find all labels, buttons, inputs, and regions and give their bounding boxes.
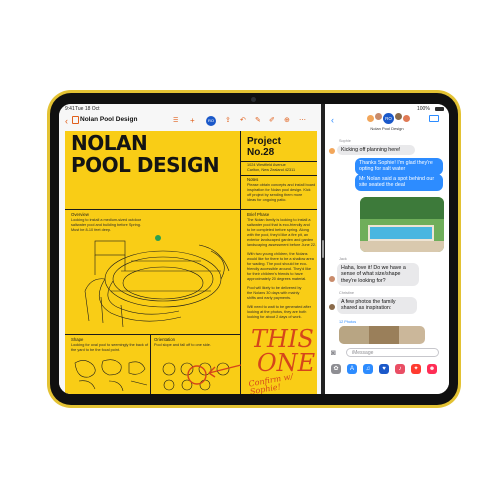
messages-app: 100% ‹ RO Nolan Pool Design Sophie Kicki… xyxy=(325,104,449,394)
message-input[interactable]: iMessage xyxy=(346,348,439,357)
back-chevron-icon[interactable]: ‹ xyxy=(331,115,334,125)
sticker-app-icon[interactable]: ✦ xyxy=(411,364,421,374)
project-label: Project xyxy=(247,136,281,147)
poster-rule xyxy=(241,161,317,162)
add-icon[interactable]: + xyxy=(190,115,195,127)
avatar xyxy=(375,113,382,120)
brief-phase-text: The Nolan family is looking to install a… xyxy=(247,218,317,247)
poster-title-line-1: NOLAN xyxy=(71,131,148,155)
address-text: 1024 Westfield Avenue Carlton, New Zealan… xyxy=(247,163,296,172)
poster-rule xyxy=(241,175,317,176)
message-bubble-incoming[interactable]: A few photos the family shared as inspir… xyxy=(337,297,417,314)
photo-stack[interactable] xyxy=(339,326,425,344)
group-avatar-icon[interactable]: RO xyxy=(383,113,394,124)
battery-icon xyxy=(435,107,444,111)
brief-phase-text-3: Pool will likely to be delivered by the N… xyxy=(247,286,302,300)
message-bubble-incoming[interactable]: Haha, love it! Do we have a sense of wha… xyxy=(337,263,419,287)
group-name[interactable]: Nolan Pool Design xyxy=(325,126,449,131)
avatar xyxy=(403,115,410,122)
brief-phase-label: Brief Phase xyxy=(247,212,270,217)
avatar xyxy=(329,304,335,310)
front-camera xyxy=(251,97,256,102)
status-date: Tue 18 Oct xyxy=(75,106,100,112)
pages-toolbar: ‹ Nolan Pool Design ☰ + RO ⇪ ↶ ✎ ✐ ⊕ ⋯ xyxy=(59,113,321,129)
avatar xyxy=(395,113,402,120)
app-store-icon[interactable]: A xyxy=(347,364,357,374)
shape-label: Shape xyxy=(71,337,84,342)
battery-text: 100% xyxy=(417,106,430,112)
sender-name: Sophie xyxy=(339,139,351,143)
collaborator-cursor xyxy=(155,235,161,241)
audio-message-icon[interactable]: ♫ xyxy=(363,364,373,374)
overview-label: Overview xyxy=(71,212,89,217)
avatar xyxy=(367,115,374,122)
format-brush-icon[interactable]: ✐ xyxy=(269,115,275,127)
document-icon[interactable] xyxy=(72,116,79,124)
poster-divider xyxy=(240,131,241,394)
memoji-icon[interactable]: ☻ xyxy=(427,364,437,374)
sender-name: Christine xyxy=(339,291,354,295)
list-icon[interactable]: ☰ xyxy=(173,115,178,127)
split-view-handle[interactable] xyxy=(322,240,324,258)
screen: 9:41 Tue 18 Oct ‹ Nolan Pool Design ☰ + … xyxy=(59,104,449,394)
avatar xyxy=(329,148,335,154)
undo-icon[interactable]: ↶ xyxy=(240,115,246,127)
pages-app: 9:41 Tue 18 Oct ‹ Nolan Pool Design ☰ + … xyxy=(59,104,321,394)
project-number-value: No.28 xyxy=(247,147,275,158)
handwriting-this-one: THIS ONE? xyxy=(251,325,317,377)
markup-pen-icon[interactable]: ✎ xyxy=(255,115,261,127)
poster-rule xyxy=(65,209,317,210)
shape-text: Looking for oval pool to seemingly the b… xyxy=(71,343,149,352)
ipad-device: 9:41 Tue 18 Oct ‹ Nolan Pool Design ☰ + … xyxy=(47,90,461,408)
collaborate-icon[interactable]: RO xyxy=(206,116,216,126)
share-icon[interactable]: ⇪ xyxy=(225,115,231,127)
document-title[interactable]: Nolan Pool Design xyxy=(80,116,137,123)
camera-icon[interactable]: ◙ xyxy=(331,348,336,357)
avatar xyxy=(329,276,335,282)
message-bubble-outgoing[interactable]: Mr Nolan said a spot behind our site sea… xyxy=(355,174,443,191)
poster-rule xyxy=(65,334,241,335)
more-icon[interactable]: ⋯ xyxy=(299,115,306,127)
handwritten-arrow xyxy=(187,364,242,385)
comment-icon[interactable]: ⊕ xyxy=(284,115,290,127)
photos-app-icon[interactable]: ✿ xyxy=(331,364,341,374)
messages-header: ‹ RO Nolan Pool Design xyxy=(325,113,449,135)
poster-title-line-2: POOL DESIGN xyxy=(71,153,220,177)
pool-photo[interactable] xyxy=(360,197,444,252)
digital-touch-icon[interactable]: ♥ xyxy=(379,364,389,374)
project-number: Project No.28 xyxy=(247,136,281,158)
status-time: 9:41 xyxy=(65,106,75,112)
video-call-icon[interactable] xyxy=(429,115,439,122)
sender-name: Jack xyxy=(339,257,347,261)
music-app-icon[interactable]: ♪ xyxy=(395,364,405,374)
message-bubble-incoming[interactable]: Kicking off planning here! xyxy=(337,145,415,156)
message-bubble-outgoing[interactable]: Thanks Sophie! I'm glad they're opting f… xyxy=(355,158,443,175)
orientation-label: Orientation xyxy=(154,337,176,342)
notes-label: Notes xyxy=(247,177,259,182)
pool-drawing xyxy=(84,240,230,328)
brief-phase-text-2: With two young children, the Nolans would… xyxy=(247,252,314,281)
poster-canvas[interactable]: NOLAN POOL DESIGN Project No.28 1024 Wes… xyxy=(65,131,317,394)
brief-phase-text-4: Will need to wait to be generated after l… xyxy=(247,305,311,319)
photos-count[interactable]: 12 Photos xyxy=(339,320,356,324)
notes-text: Please obtain concepts and install board… xyxy=(247,183,316,202)
chevron-left-icon[interactable]: ‹ xyxy=(65,115,68,127)
device-bezel: 9:41 Tue 18 Oct ‹ Nolan Pool Design ☰ + … xyxy=(50,93,458,405)
orientation-text: Pool slope and fall off to one side. xyxy=(154,343,211,347)
